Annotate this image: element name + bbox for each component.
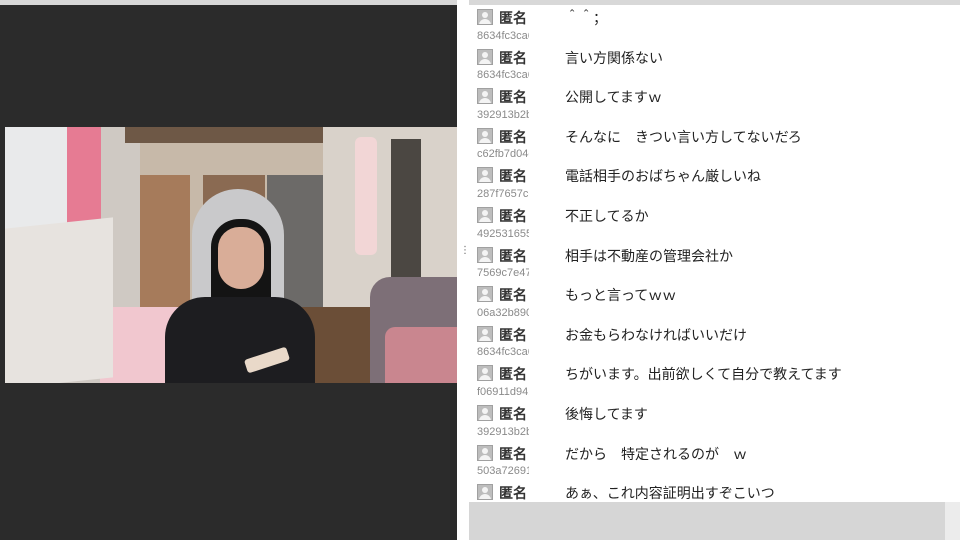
comment-user-id: 7569c7e47ac7f <box>477 267 529 280</box>
comment-text: 電話相手のおばちゃん厳しいね <box>565 169 761 186</box>
comment-author: 匿名 <box>499 288 527 305</box>
scene-board <box>5 217 113 383</box>
user-avatar-icon <box>477 167 493 184</box>
comment-item: 492531655359 匿名 相手は不動産の管理会社か <box>469 228 960 268</box>
comment-input-area[interactable] <box>469 502 945 540</box>
comment-text: もっと言ってｗｗ <box>565 288 677 305</box>
user-avatar-icon <box>477 127 493 144</box>
comment-text: 言い方関係ない <box>565 50 663 67</box>
comment-user-id: 492531655359 <box>477 227 529 240</box>
comment-author: 匿名 <box>499 169 527 186</box>
comment-list[interactable]: 匿名＾＾；8634fc3ca6ee3匿名言い方関係ない8634fc3ca6ee3… <box>469 5 960 502</box>
comment-user-id: 392913b2b8f9d <box>477 108 529 121</box>
comment-text: ＾＾； <box>565 11 607 27</box>
video-pane <box>5 5 457 540</box>
comment-author: 匿名 <box>499 367 527 384</box>
user-avatar-icon <box>477 405 493 421</box>
user-avatar-icon <box>477 48 493 65</box>
scene-ceiling <box>125 127 335 143</box>
comment-item: 8634fc3ca6ee3 匿名 ちがいます。出前欲しくて自分で教えてます <box>469 346 960 386</box>
stream-video[interactable] <box>5 127 457 383</box>
comment-author: 匿名 <box>499 407 527 423</box>
scene-body <box>165 297 315 383</box>
comment-text: あぁ、これ内容証明出すぞこいつ <box>565 486 775 502</box>
comment-user-id: 06a32b890603 <box>477 306 529 319</box>
scene-coat <box>355 137 377 255</box>
comment-item: 503a726916e5 匿名 あぁ、これ内容証明出すぞこいつ <box>469 465 960 502</box>
comment-item: 287f7657c617c 匿名 不正してるか <box>469 188 960 228</box>
comment-author: 匿名 <box>499 50 527 67</box>
comment-item: c62fb7d04de96 匿名 電話相手のおばちゃん厳しいね <box>469 148 960 188</box>
comment-author: 匿名 <box>499 327 527 344</box>
comment-text: 相手は不動産の管理会社か <box>565 248 733 265</box>
comment-author: 匿名 <box>499 90 527 107</box>
comment-item: 06a32b890603 匿名 お金もらわなければいいだけ <box>469 307 960 347</box>
drag-handle-icon[interactable]: ⋮ <box>460 246 470 264</box>
user-avatar-icon <box>477 9 493 25</box>
comment-user-id: 8634fc3ca6ee3 <box>477 346 529 359</box>
user-avatar-icon <box>477 246 493 263</box>
comment-text: 後悔してます <box>565 407 648 423</box>
comment-author: 匿名 <box>499 209 527 225</box>
comment-item: 392913b2b8f9d 匿名 だから 特定されるのが ｗ <box>469 426 960 466</box>
comment-user-id: c62fb7d04de96 <box>477 148 529 161</box>
comment-author: 匿名 <box>499 446 527 463</box>
user-avatar-icon <box>477 207 493 223</box>
comment-user-id: 8634fc3ca6ee3 <box>477 69 529 82</box>
scene-window <box>5 127 67 237</box>
comment-text: 不正してるか <box>565 209 649 225</box>
comment-item: 8634fc3ca6ee3 匿名 公開してますｗ <box>469 69 960 109</box>
comment-text: そんなに きつい言い方してないだろ <box>565 129 802 146</box>
comment-text: ちがいます。出前欲しくて自分で教えてます <box>565 367 842 384</box>
comment-user-id: 287f7657c617c <box>477 188 529 200</box>
comment-user-id: 503a726916e5 <box>477 465 529 478</box>
scene-clothes-2 <box>385 327 457 383</box>
user-avatar-icon <box>477 88 493 105</box>
comment-text: 公開してますｗ <box>565 90 662 107</box>
comment-text: だから 特定されるのが ｗ <box>565 446 747 463</box>
scene-doorway <box>391 139 421 279</box>
comment-user-id: f06911d94180e <box>477 386 529 398</box>
pane-splitter[interactable] <box>457 0 469 540</box>
comment-item: f06911d94180e 匿名 後悔してます <box>469 386 960 426</box>
comment-item: 7569c7e47ac7f 匿名 もっと言ってｗｗ <box>469 267 960 307</box>
comment-author: 匿名 <box>499 486 527 502</box>
user-avatar-icon <box>477 325 493 342</box>
comment-user-id: 392913b2b8f9d <box>477 425 529 438</box>
comment-author: 匿名 <box>499 129 527 146</box>
comment-item: 8634fc3ca6ee3 匿名 言い方関係ない <box>469 30 960 70</box>
comment-text: お金もらわなければいいだけ <box>565 327 747 344</box>
user-avatar-icon <box>477 444 493 461</box>
comment-author: 匿名 <box>499 248 527 265</box>
user-avatar-icon <box>477 286 493 303</box>
scrollbar[interactable] <box>945 502 960 540</box>
comment-author: 匿名 <box>499 11 527 27</box>
user-avatar-icon <box>477 484 493 501</box>
comment-item: 392913b2b8f9d 匿名 そんなに きつい言い方してないだろ <box>469 109 960 149</box>
scene-face <box>218 227 264 289</box>
comment-user-id: 8634fc3ca6ee3 <box>477 29 529 42</box>
user-avatar-icon <box>477 365 493 382</box>
comment-item: 匿名 ＾＾； <box>469 5 960 30</box>
